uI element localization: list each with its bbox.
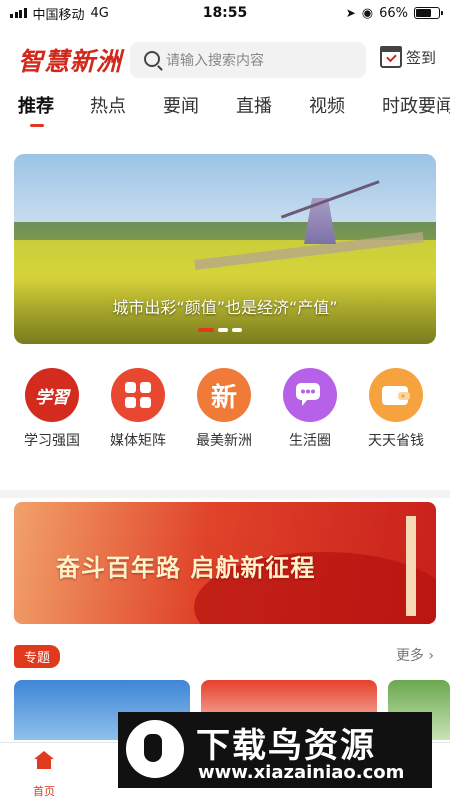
- quick-link-label: 生活圈: [289, 433, 331, 449]
- tab-video[interactable]: 视频: [309, 92, 345, 118]
- home-icon: [34, 751, 54, 769]
- wallet-icon: [369, 368, 423, 422]
- monument-image: [406, 516, 416, 616]
- bird-logo-icon: [126, 720, 184, 778]
- quick-link-life[interactable]: 生活圈: [270, 368, 350, 450]
- location-icon: ➤: [345, 6, 356, 20]
- alarm-icon: ◉: [361, 5, 374, 21]
- watermark: 下载鸟资源 www.xiazainiao.com: [118, 712, 432, 788]
- more-link[interactable]: 更多 ›: [396, 645, 434, 665]
- calendar-check-icon: [380, 46, 402, 68]
- topic-tag: 专题: [14, 645, 61, 668]
- carousel-dot[interactable]: [232, 328, 242, 332]
- nav-home[interactable]: 首页: [24, 751, 64, 799]
- xin-icon: 新: [197, 368, 251, 422]
- chat-icon: [283, 368, 337, 422]
- header: 智慧新洲 请输入搜索内容 签到: [0, 40, 450, 80]
- channel-tabs: 推荐 热点 要闻 直播 视频 时政要闻: [18, 92, 450, 128]
- status-bar: 中国移动 4G 18:55 ➤ ◉ 66%: [0, 0, 450, 26]
- watermark-url: www.xiazainiao.com: [198, 762, 405, 783]
- checkin-button[interactable]: 签到: [380, 46, 436, 68]
- checkin-label: 签到: [406, 48, 437, 67]
- battery-icon: [414, 7, 443, 19]
- carousel-dots: [198, 328, 242, 332]
- quick-link-study[interactable]: 学習 学习强国: [12, 368, 92, 450]
- watermark-title: 下载鸟资源: [196, 726, 376, 766]
- status-right: ➤ ◉ 66%: [345, 5, 443, 21]
- carousel-dot[interactable]: [198, 328, 214, 332]
- carousel-dot[interactable]: [218, 328, 228, 332]
- tab-news[interactable]: 要闻: [163, 92, 199, 118]
- nav-home-label: 首页: [33, 785, 55, 798]
- battery-percent: 66%: [379, 5, 408, 21]
- quick-link-save[interactable]: 天天省钱: [356, 368, 436, 450]
- battery-fill: [416, 9, 431, 17]
- quick-link-xinzhou[interactable]: 新 最美新洲: [184, 368, 264, 450]
- study-icon: 学習: [25, 368, 79, 422]
- quick-link-label: 最美新洲: [196, 433, 252, 449]
- grid-icon: [111, 368, 165, 422]
- promo-text: 奋斗百年路 启航新征程: [56, 554, 316, 582]
- tab-politics[interactable]: 时政要闻: [382, 92, 450, 118]
- search-bar[interactable]: 请输入搜索内容: [130, 42, 366, 78]
- quick-link-label: 学习强国: [24, 433, 80, 449]
- more-label: 更多: [395, 648, 424, 664]
- tab-live[interactable]: 直播: [236, 92, 272, 118]
- quick-link-label: 媒体矩阵: [110, 433, 166, 449]
- tab-recommend[interactable]: 推荐: [18, 92, 54, 118]
- app-logo: 智慧新洲: [18, 47, 123, 76]
- search-placeholder: 请输入搜索内容: [166, 53, 264, 69]
- chevron-right-icon: ›: [428, 648, 434, 664]
- active-tab-indicator: [30, 124, 44, 127]
- quick-link-label: 天天省钱: [368, 433, 424, 449]
- quick-link-media[interactable]: 媒体矩阵: [98, 368, 178, 450]
- tab-hot[interactable]: 热点: [90, 92, 126, 118]
- promo-banner[interactable]: 奋斗百年路 启航新征程: [14, 502, 436, 624]
- section-divider: [0, 490, 450, 498]
- banner-caption: 城市出彩“颜值”也是经济“产值”: [112, 298, 338, 317]
- quick-links: 学習 学习强国 媒体矩阵 新 最美新洲 生活圈 天天省钱: [0, 368, 450, 458]
- hero-banner[interactable]: 城市出彩“颜值”也是经济“产值”: [14, 154, 436, 344]
- search-icon: [144, 51, 160, 67]
